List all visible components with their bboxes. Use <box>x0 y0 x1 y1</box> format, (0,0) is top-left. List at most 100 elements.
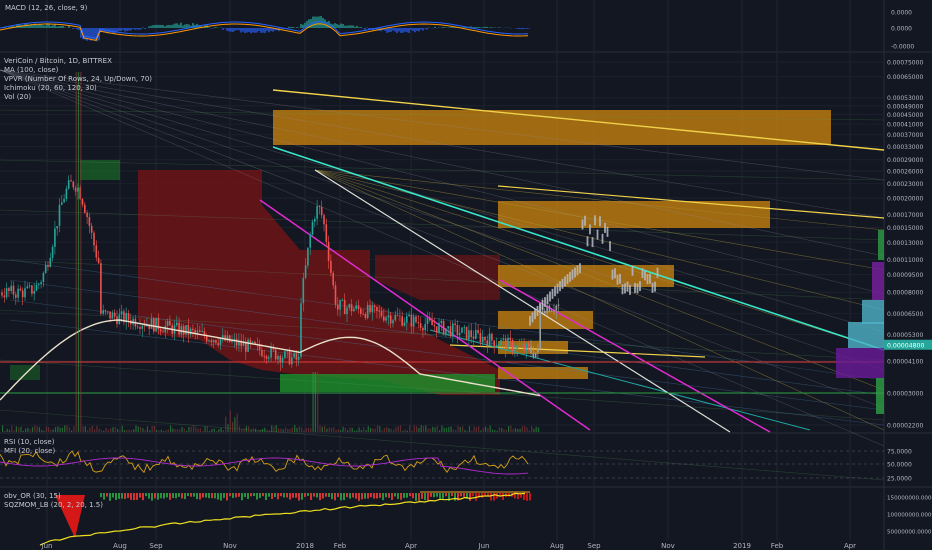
obv-legend: obv_OR (30, 15) SQZMOM_LB (20, 2, 20, 1.… <box>4 492 103 510</box>
projected-candle <box>559 281 561 292</box>
volume-bar <box>261 428 264 432</box>
squeeze-momentum-bar <box>214 493 216 499</box>
candle-body <box>401 316 403 326</box>
obv-label: obv_OR (30, 15) <box>4 492 61 500</box>
price-tick-label: 0.00009500 <box>887 272 923 279</box>
candle-body <box>525 343 528 351</box>
candle-body <box>15 294 17 298</box>
indicator-ichimoku: Ichimoku (20, 60, 120, 30) <box>4 84 97 92</box>
candle-body <box>431 320 433 326</box>
candle-body <box>49 257 52 267</box>
volume-bar <box>393 429 395 432</box>
candle-body <box>104 310 107 312</box>
volume-bar <box>54 427 57 432</box>
volume-bar <box>397 426 399 432</box>
volume-bar <box>75 72 77 432</box>
volume-bar <box>349 427 351 432</box>
candle-body <box>102 310 104 314</box>
squeeze-momentum-bar <box>355 493 357 499</box>
volume-bar <box>402 430 404 432</box>
volume-bar <box>52 429 54 432</box>
squeeze-momentum-bar <box>334 493 336 501</box>
candle-body <box>408 314 410 317</box>
squeeze-momentum-bar <box>490 493 492 501</box>
volume-bar <box>390 429 392 432</box>
volume-bar <box>133 429 135 432</box>
squeeze-momentum-bar <box>526 493 528 501</box>
volume-bar <box>462 426 464 432</box>
candle-body <box>141 325 144 329</box>
candle-body <box>235 338 238 346</box>
price-tick-label: 0.00015000 <box>887 225 923 232</box>
projected-candle <box>546 294 549 305</box>
price-tick-label: 0.00013000 <box>887 240 923 247</box>
squeeze-momentum-bar <box>280 493 282 497</box>
squeeze-momentum-bar <box>136 493 138 500</box>
projected-candle <box>621 284 624 295</box>
squeeze-momentum-bar <box>358 493 360 501</box>
squeeze-momentum-bar <box>367 493 369 499</box>
squeeze-momentum-bar <box>325 493 327 497</box>
squeeze-momentum-bar <box>454 493 456 501</box>
candle-body <box>217 343 219 345</box>
volume-bar <box>87 430 89 432</box>
volume-bar <box>321 426 323 432</box>
volume-bar <box>448 427 450 432</box>
squeeze-momentum-bar <box>469 493 471 501</box>
candle-body <box>350 304 353 312</box>
volume-bar <box>422 426 425 432</box>
candle-body <box>399 315 401 317</box>
volume-bar <box>524 425 526 432</box>
candle-body <box>109 311 111 319</box>
squeeze-momentum-bar <box>376 493 378 499</box>
candle-body <box>380 311 383 317</box>
candle-body <box>65 188 68 200</box>
volume-bar <box>429 428 431 432</box>
candle-body <box>291 357 293 365</box>
projected-candle <box>561 278 564 289</box>
x-tick-label: Aug <box>113 542 127 550</box>
squeeze-momentum-bar <box>250 493 252 497</box>
candle-body <box>28 285 31 287</box>
projected-candle <box>606 226 609 237</box>
price-tick-label: 0.00005300 <box>887 332 923 339</box>
projected-candle <box>574 267 576 278</box>
squeeze-momentum-bar <box>211 493 213 499</box>
candle-body <box>95 245 98 258</box>
squeeze-momentum-bar <box>220 493 222 501</box>
volume-bar <box>20 426 22 432</box>
candle-body <box>523 344 525 351</box>
volume-bar <box>521 426 523 432</box>
candle-body <box>325 224 328 242</box>
volume-bar <box>82 426 84 432</box>
candle-body <box>42 272 45 283</box>
supply-zone-box-3 <box>498 311 593 329</box>
candle-body <box>332 272 334 286</box>
volume-bar <box>420 425 422 432</box>
volume-bar <box>275 425 277 432</box>
projected-candle <box>536 305 539 316</box>
candle-body <box>201 330 203 332</box>
candle-body <box>366 304 369 318</box>
squeeze-momentum-bar <box>118 493 120 499</box>
volume-bar <box>395 427 397 432</box>
candle-body <box>415 316 417 323</box>
candle-body <box>544 310 546 314</box>
indicator-vol: Vol (20) <box>4 93 32 101</box>
squeeze-momentum-bar <box>148 493 150 499</box>
squeeze-momentum-bar <box>265 493 267 500</box>
volume-bar <box>487 428 489 432</box>
candle-body <box>521 344 523 346</box>
volume-bar <box>432 426 434 432</box>
volume-bar <box>353 430 356 432</box>
volume-bar <box>413 425 415 432</box>
candle-body <box>205 336 208 342</box>
candle-body <box>21 290 24 298</box>
squeeze-momentum-bar <box>244 493 246 498</box>
candle-body <box>373 305 376 307</box>
candle-body <box>479 332 482 343</box>
candle-body <box>376 306 378 311</box>
volume-bar <box>209 430 211 432</box>
volume-bar <box>103 430 105 432</box>
candle-body <box>555 305 558 311</box>
